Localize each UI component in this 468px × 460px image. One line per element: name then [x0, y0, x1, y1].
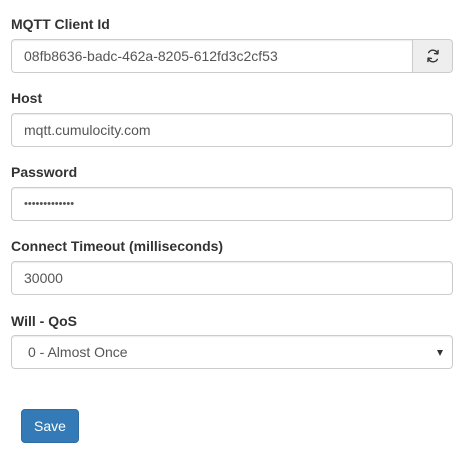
will-qos-label: Will - QoS [11, 313, 77, 329]
password-input[interactable]: ••••••••••••• [11, 187, 453, 221]
connect-timeout-label: Connect Timeout (milliseconds) [11, 238, 224, 254]
refresh-icon [426, 49, 439, 63]
regenerate-client-id-button[interactable] [413, 39, 453, 73]
client-id-input-group: 08fb8636-badc-462a-8205-612fd3c2cf53 [11, 39, 453, 73]
client-id-label: MQTT Client Id [11, 16, 110, 32]
will-qos-selected-value: 0 - Almost Once [28, 344, 128, 360]
host-label: Host [11, 90, 43, 106]
password-label: Password [11, 164, 78, 180]
connect-timeout-input[interactable]: 30000 [11, 261, 453, 295]
will-qos-select[interactable]: 0 - Almost Once [11, 335, 453, 369]
client-id-input[interactable]: 08fb8636-badc-462a-8205-612fd3c2cf53 [11, 39, 413, 73]
save-button[interactable]: Save [21, 409, 79, 443]
caret-down-icon [437, 350, 443, 356]
host-input[interactable]: mqtt.cumulocity.com [11, 113, 453, 147]
